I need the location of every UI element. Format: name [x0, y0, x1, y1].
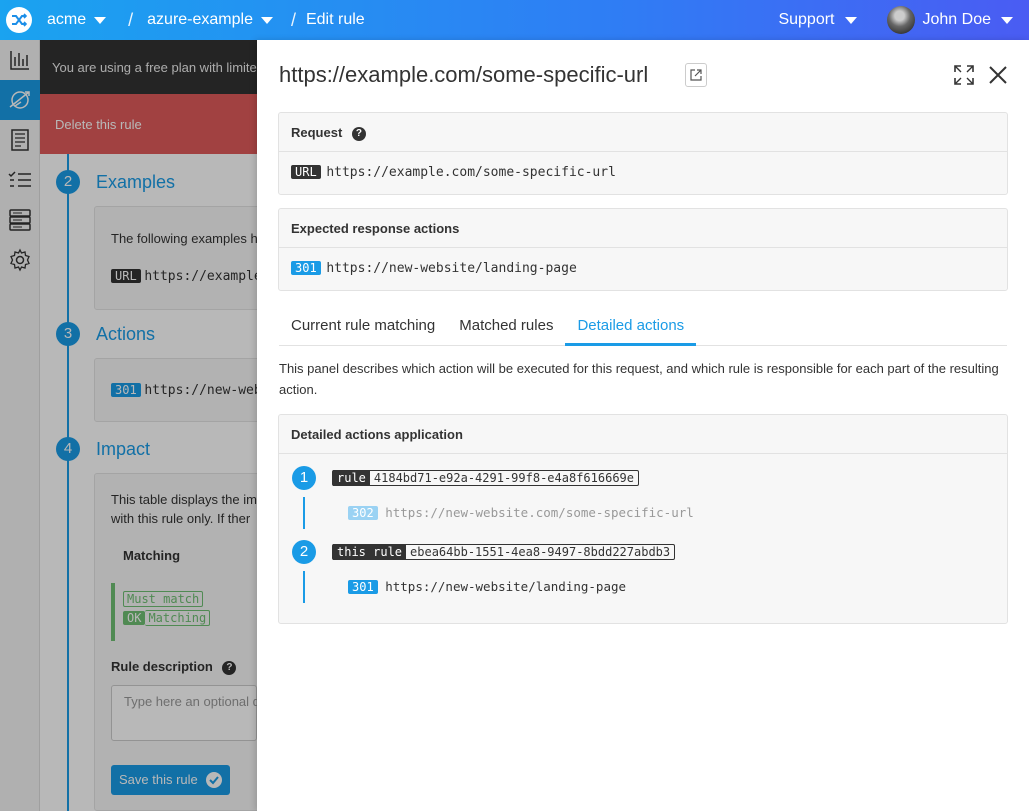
expand-icon	[954, 65, 974, 85]
action-url: https://new-website.com/some-specific-ur…	[385, 505, 694, 520]
rule-id-tag[interactable]: this rule ebea64bb-1551-4ea8-9497-8bdd22…	[332, 544, 676, 560]
chevron-down-icon	[844, 16, 857, 24]
help-icon[interactable]: ?	[351, 126, 366, 141]
request-body: URL https://example.com/some-specific-ur…	[279, 152, 1007, 192]
request-heading-label: Request	[291, 125, 343, 140]
close-button[interactable]	[987, 64, 1009, 86]
chevron-down-icon	[94, 16, 107, 24]
app-logo-icon[interactable]	[6, 7, 32, 33]
expand-button[interactable]	[953, 64, 975, 86]
action-url: https://new-website/landing-page	[385, 579, 627, 594]
external-link-icon	[690, 69, 702, 81]
tab-detailed-actions[interactable]: Detailed actions	[565, 304, 697, 346]
panel-tabs: Current rule matching Matched rules Deta…	[279, 304, 1007, 346]
action-row: 302 https://new-website.com/some-specifi…	[348, 505, 694, 520]
rule-key: rule	[333, 470, 370, 486]
breadcrumb-separator: /	[290, 9, 296, 30]
action-row: 301 https://new-website/landing-page	[348, 579, 626, 594]
request-url: https://example.com/some-specific-url	[326, 165, 616, 180]
breadcrumb-separator: /	[128, 9, 134, 30]
panel-description: This panel describes which action will b…	[279, 361, 999, 397]
org-selector[interactable]: acme	[47, 11, 107, 29]
chevron-down-icon	[1001, 16, 1013, 24]
open-external-button[interactable]	[685, 63, 707, 87]
top-bar: acme / azure-example / Edit rule Support…	[0, 0, 1029, 40]
expected-response-body: 301 https://new-website/landing-page	[279, 248, 1007, 288]
org-name: acme	[47, 11, 87, 28]
tab-current-rule-matching[interactable]: Current rule matching	[279, 304, 447, 346]
support-menu[interactable]: Support	[778, 11, 857, 29]
chevron-down-icon	[260, 16, 273, 24]
detailed-actions-heading: Detailed actions application	[279, 415, 1007, 454]
close-icon	[989, 66, 1007, 84]
modal-backdrop[interactable]	[0, 40, 257, 811]
breadcrumb-current-page: Edit rule	[305, 11, 365, 28]
support-label: Support	[778, 11, 835, 28]
action-connector-line	[303, 571, 305, 603]
expected-response-heading: Expected response actions	[279, 209, 1007, 248]
expected-response-box: Expected response actions 301 https://ne…	[278, 208, 1008, 291]
avatar	[886, 6, 915, 34]
project-selector[interactable]: azure-example	[147, 11, 273, 29]
status-301-tag: 301	[348, 580, 378, 594]
user-name: John Doe	[922, 11, 992, 28]
action-connector-line	[303, 497, 305, 529]
status-302-tag: 302	[348, 506, 378, 520]
action-step-number: 2	[292, 540, 316, 564]
request-heading: Request ?	[279, 113, 1007, 152]
user-menu[interactable]: John Doe	[886, 6, 1013, 34]
rule-key: this rule	[333, 544, 407, 560]
rule-id: 4184bd71-e92a-4291-99f8-e4a8f616669e	[373, 471, 634, 485]
expected-url: https://new-website/landing-page	[326, 261, 577, 276]
rule-id: ebea64bb-1551-4ea8-9497-8bdd227abdb3	[410, 545, 671, 559]
action-step-number: 1	[292, 466, 316, 490]
panel-title: https://example.com/some-specific-url	[279, 62, 649, 87]
request-box: Request ? URL https://example.com/some-s…	[278, 112, 1008, 195]
tab-matched-rules[interactable]: Matched rules	[447, 304, 565, 346]
status-301-tag: 301	[291, 261, 321, 275]
url-tag: URL	[291, 165, 321, 179]
rule-id-tag[interactable]: rule 4184bd71-e92a-4291-99f8-e4a8f616669…	[332, 470, 639, 486]
request-detail-panel: https://example.com/some-specific-url Re…	[257, 40, 1029, 811]
detailed-actions-box: Detailed actions application 1 rule 4184…	[278, 414, 1008, 624]
project-name: azure-example	[147, 11, 253, 28]
